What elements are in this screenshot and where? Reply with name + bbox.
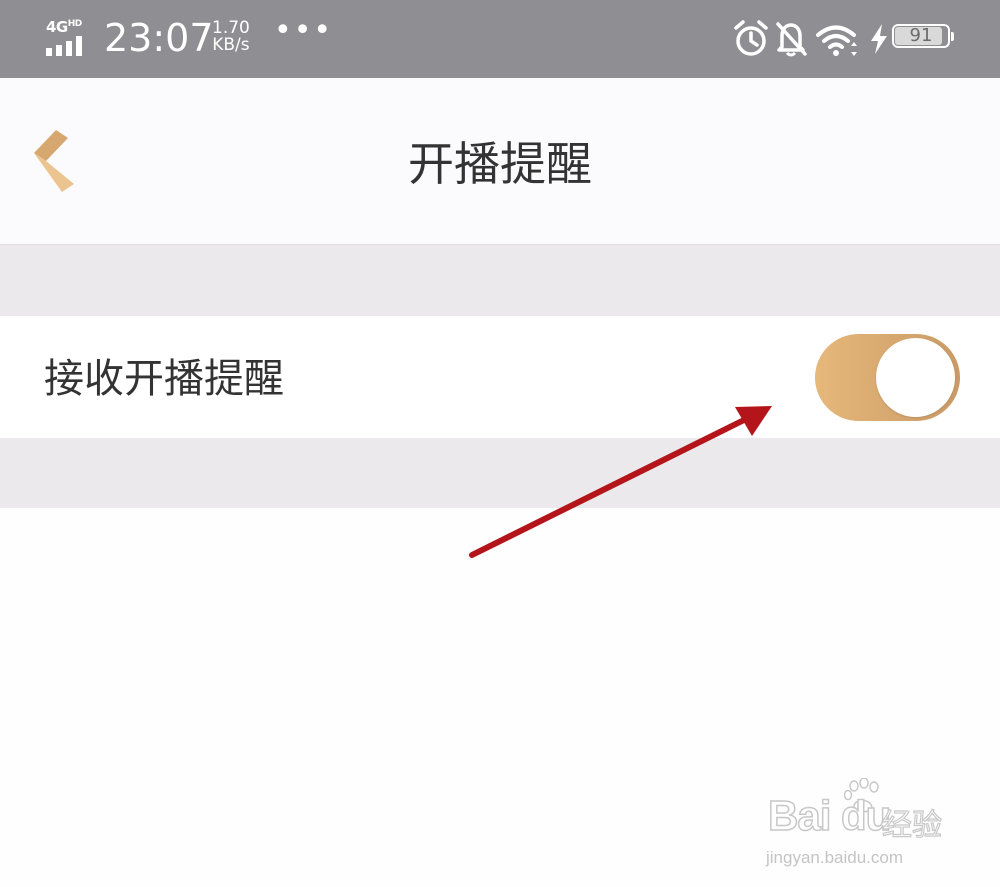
- navigation-bar: 开播提醒: [0, 78, 1000, 245]
- alarm-icon: [734, 20, 768, 56]
- more-notifications-icon: •••: [274, 13, 334, 48]
- watermark-logo: Bai du 经验 jingyan.baidu.com: [760, 770, 960, 870]
- section-spacer: [0, 245, 1000, 316]
- charging-bolt-icon: [871, 24, 887, 54]
- network-speed: 1.70 KB/s: [212, 20, 250, 54]
- notifications-off-icon: [776, 22, 807, 57]
- clock-time: 23:07: [104, 16, 214, 60]
- signal-bars-icon: [46, 36, 82, 56]
- speed-unit: KB/s: [212, 35, 250, 55]
- network-type: 4GHD: [46, 18, 82, 36]
- watermark-suffix: 经验: [881, 807, 942, 843]
- wifi-icon: [816, 25, 857, 56]
- toggle-knob: [876, 338, 955, 417]
- chevron-left-icon: [34, 130, 74, 192]
- status-bar: 4GHD 23:07 1.70 KB/s ••• 91: [0, 0, 1000, 78]
- battery-tip: [951, 32, 954, 41]
- watermark-brand: Bai du: [767, 791, 892, 840]
- battery-percent: 91: [909, 25, 933, 46]
- cellular-signal: 4GHD: [44, 18, 92, 58]
- setting-label: 接收开播提醒: [44, 356, 284, 402]
- back-button[interactable]: [26, 126, 86, 196]
- battery-indicator: 91: [892, 24, 954, 52]
- section-spacer: [0, 438, 1000, 508]
- page-title: 开播提醒: [408, 137, 592, 191]
- live-reminder-toggle[interactable]: [815, 334, 960, 421]
- watermark-url: jingyan.baidu.com: [766, 848, 904, 867]
